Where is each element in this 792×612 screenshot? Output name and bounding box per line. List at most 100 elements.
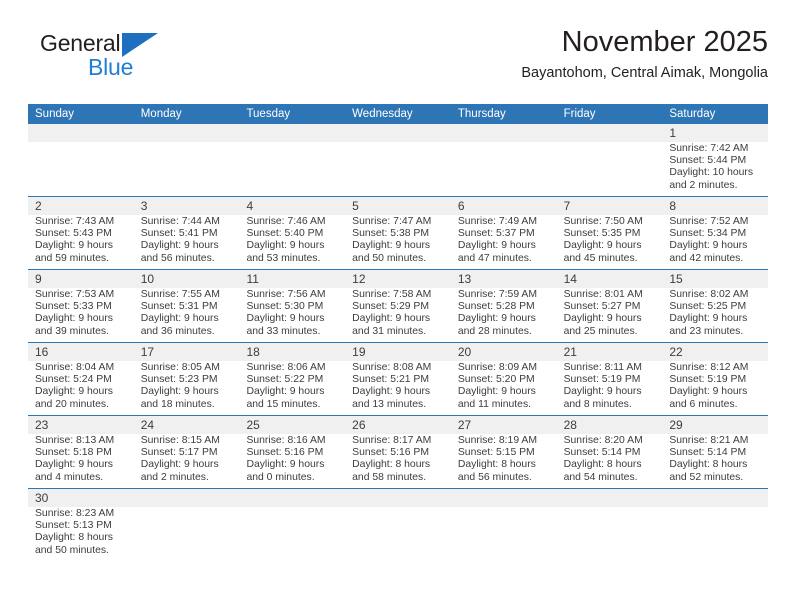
week-day-cells: 1 Sunrise: 7:42 AM Sunset: 5:44 PM Daylight… [28,124,768,196]
sunrise-text: Sunrise: 7:46 AM [246,216,326,227]
day-cell[interactable]: 23 Sunrise: 8:13 AM Sunset: 5:18 PM Dayligh… [28,416,134,488]
sunrise-text: Sunrise: 8:11 AM [563,362,642,373]
brand-logo[interactable]: General Blue [40,32,220,92]
day-cell[interactable]: 9 Sunrise: 7:53 AM Sunset: 5:33 PM Daylight… [28,270,134,342]
day-detail-lines: Sunrise: 7:43 AM Sunset: 5:43 PM Daylight:… [35,216,130,265]
day-cell[interactable]: 21 Sunrise: 8:11 AM Sunset: 5:19 PM Dayligh… [557,343,663,415]
day-cell[interactable]: 20 Sunrise: 8:09 AM Sunset: 5:20 PM Dayligh… [451,343,557,415]
daylight-text: Daylight: 9 hours [246,459,325,471]
sunrise-text: Sunrise: 7:50 AM [563,216,643,227]
day-cell[interactable]: 12 Sunrise: 7:58 AM Sunset: 5:29 PM Dayligh… [345,270,451,342]
day-number: 29 [669,418,683,432]
week-day-cells: 30 Sunrise: 8:23 AM Sunset: 5:13 PM Dayligh… [28,489,768,561]
daylight-text-cont: and 11 minutes. [457,398,532,410]
day-cell[interactable]: 5 Sunrise: 7:47 AM Sunset: 5:38 PM Daylight… [345,197,451,269]
day-cell[interactable]: 13 Sunrise: 7:59 AM Sunset: 5:28 PM Dayligh… [451,270,557,342]
sunset-text: Sunset: 5:16 PM [246,447,324,459]
day-cell[interactable]: 7 Sunrise: 7:50 AM Sunset: 5:35 PM Daylight… [557,197,663,269]
sunrise-text: Sunrise: 7:43 AM [35,216,115,227]
day-cell[interactable]: 3 Sunrise: 7:44 AM Sunset: 5:41 PM Daylight… [134,197,240,269]
sunset-text: Sunset: 5:22 PM [246,374,324,386]
day-cell[interactable]: 29 Sunrise: 8:21 AM Sunset: 5:14 PM Dayligh… [662,416,768,488]
day-cell[interactable]: 4 Sunrise: 7:46 AM Sunset: 5:40 PM Daylight… [239,197,345,269]
day-detail-lines: Sunrise: 8:06 AM Sunset: 5:22 PM Daylight:… [246,362,341,411]
day-cell[interactable]: 30 Sunrise: 8:23 AM Sunset: 5:13 PM Dayligh… [28,489,134,561]
sunset-text: Sunset: 5:37 PM [457,228,535,240]
day-number: 16 [35,345,49,359]
daylight-text: Daylight: 9 hours [457,313,536,325]
day-number: 17 [140,345,155,359]
day-detail-lines: Sunrise: 7:56 AM Sunset: 5:30 PM Daylight:… [246,289,341,338]
page-title: November 2025 [561,26,768,58]
day-number: 3 [140,199,148,213]
day-cell[interactable]: 1 Sunrise: 7:42 AM Sunset: 5:44 PM Daylight… [662,124,768,196]
daylight-text: Daylight: 9 hours [457,386,536,398]
daylight-text-cont: and 31 minutes. [352,325,427,337]
sunset-text: Sunset: 5:19 PM [563,374,641,386]
calendar-week-row: 30 Sunrise: 8:23 AM Sunset: 5:13 PM Dayligh… [28,488,768,561]
day-cell[interactable]: 24 Sunrise: 8:15 AM Sunset: 5:17 PM Dayligh… [134,416,240,488]
day-cell[interactable]: 11 Sunrise: 7:56 AM Sunset: 5:30 PM Dayligh… [239,270,345,342]
week-day-cells: 2 Sunrise: 7:43 AM Sunset: 5:43 PM Daylight… [28,197,768,269]
day-cell[interactable]: 28 Sunrise: 8:20 AM Sunset: 5:14 PM Dayligh… [557,416,663,488]
day-number: 1 [669,126,676,140]
day-cell[interactable]: 26 Sunrise: 8:17 AM Sunset: 5:16 PM Dayligh… [345,416,451,488]
day-number: 28 [563,418,577,432]
calendar-week-row: 2 Sunrise: 7:43 AM Sunset: 5:43 PM Daylight… [28,196,768,269]
title-block: November 2025 Bayantohom, Central Aimak,… [521,26,768,82]
day-detail-lines: Sunrise: 7:52 AM Sunset: 5:34 PM Daylight:… [669,216,764,265]
sunrise-text: Sunrise: 7:49 AM [457,216,538,227]
day-cell[interactable]: 17 Sunrise: 8:05 AM Sunset: 5:23 PM Dayligh… [134,343,240,415]
day-cell-empty [557,124,663,196]
day-number: 21 [563,345,577,359]
calendar-week-row: 9 Sunrise: 7:53 AM Sunset: 5:33 PM Daylight… [28,269,768,342]
day-number: 15 [669,272,683,286]
sunset-text: Sunset: 5:31 PM [140,301,218,313]
day-cell[interactable]: 8 Sunrise: 7:52 AM Sunset: 5:34 PM Daylight… [662,197,768,269]
day-cell[interactable]: 27 Sunrise: 8:19 AM Sunset: 5:15 PM Dayligh… [451,416,557,488]
daylight-text-cont: and 15 minutes. [246,398,321,410]
daylight-text: Daylight: 9 hours [563,386,642,398]
day-detail-lines: Sunrise: 7:46 AM Sunset: 5:40 PM Daylight:… [246,216,341,265]
sunset-text: Sunset: 5:14 PM [563,447,641,459]
sunset-text: Sunset: 5:19 PM [669,374,747,386]
day-cell[interactable]: 16 Sunrise: 8:04 AM Sunset: 5:24 PM Dayligh… [28,343,134,415]
daylight-text: Daylight: 9 hours [140,313,219,325]
day-detail-lines: Sunrise: 8:23 AM Sunset: 5:13 PM Daylight:… [35,508,130,557]
sunset-text: Sunset: 5:43 PM [35,228,112,240]
day-detail-lines: Sunrise: 8:16 AM Sunset: 5:16 PM Daylight:… [246,435,341,484]
sunrise-text: Sunrise: 8:15 AM [140,435,220,446]
daylight-text-cont: and 20 minutes. [35,398,109,410]
day-cell[interactable]: 25 Sunrise: 8:16 AM Sunset: 5:16 PM Dayligh… [239,416,345,488]
sunrise-text: Sunrise: 7:56 AM [246,289,326,300]
weekday-header-friday: Friday [563,108,596,120]
daylight-text-cont: and 56 minutes. [140,252,215,264]
day-cell[interactable]: 19 Sunrise: 8:08 AM Sunset: 5:21 PM Dayligh… [345,343,451,415]
day-number: 18 [246,345,260,359]
daylight-text: Daylight: 9 hours [352,386,431,398]
day-cell[interactable]: 2 Sunrise: 7:43 AM Sunset: 5:43 PM Daylight… [28,197,134,269]
day-cell[interactable]: 18 Sunrise: 8:06 AM Sunset: 5:22 PM Dayligh… [239,343,345,415]
day-cell[interactable]: 15 Sunrise: 8:02 AM Sunset: 5:25 PM Dayligh… [662,270,768,342]
daylight-text: Daylight: 10 hours [669,167,754,179]
sunrise-text: Sunrise: 7:58 AM [352,289,432,300]
day-cell[interactable]: 10 Sunrise: 7:55 AM Sunset: 5:31 PM Dayligh… [134,270,240,342]
day-number: 25 [246,418,260,432]
sunset-text: Sunset: 5:41 PM [140,228,218,240]
daylight-text: Daylight: 9 hours [669,386,748,398]
daylight-text-cont: and 8 minutes. [563,398,632,410]
daylight-text: Daylight: 9 hours [246,386,325,398]
sunrise-text: Sunrise: 8:01 AM [563,289,643,300]
day-cell[interactable]: 6 Sunrise: 7:49 AM Sunset: 5:37 PM Daylight… [451,197,557,269]
day-cell[interactable]: 22 Sunrise: 8:12 AM Sunset: 5:19 PM Dayligh… [662,343,768,415]
daylight-text-cont: and 56 minutes. [457,471,532,483]
day-cell[interactable]: 14 Sunrise: 8:01 AM Sunset: 5:27 PM Dayligh… [557,270,663,342]
sunset-text: Sunset: 5:30 PM [246,301,324,313]
sunrise-text: Sunrise: 8:12 AM [669,362,749,373]
daylight-text: Daylight: 8 hours [352,459,431,471]
daylight-text: Daylight: 8 hours [457,459,536,471]
daylight-text-cont: and 2 minutes. [669,179,738,191]
day-number: 14 [563,272,577,286]
weekday-header-thursday: Thursday [457,108,506,120]
daylight-text: Daylight: 9 hours [246,240,325,252]
